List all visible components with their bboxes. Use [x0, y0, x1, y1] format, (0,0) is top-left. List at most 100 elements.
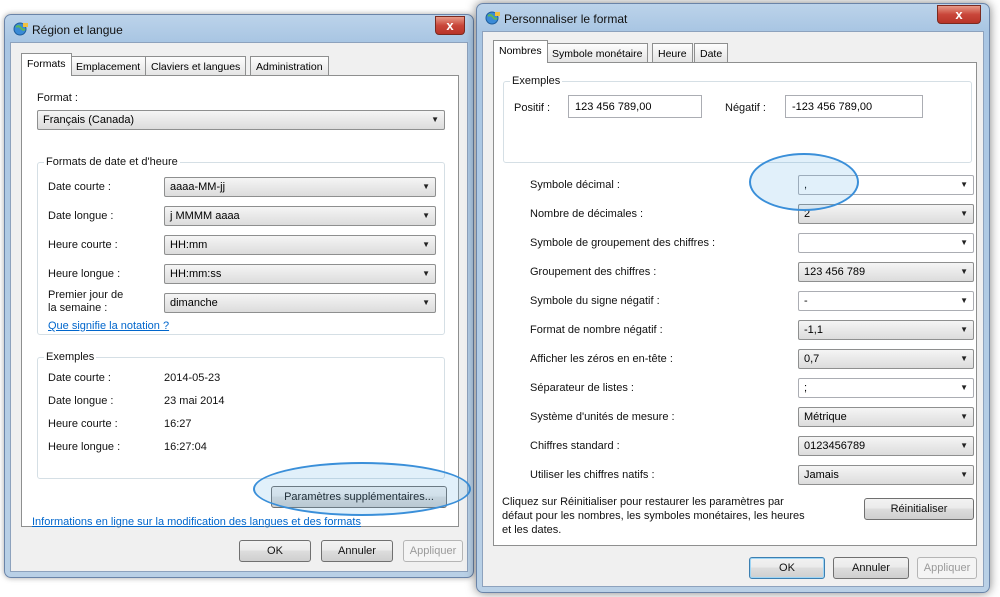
setting-label: Afficher les zéros en en-tête : [530, 353, 673, 365]
dropdown-arrow-icon: ▼ [960, 209, 968, 218]
highlight-ellipse-decimal-symbol [749, 153, 859, 211]
negative-format-select[interactable]: -1,1 ▼ [798, 320, 974, 340]
group-title: Formats de date et d'heure [44, 156, 180, 168]
negative-sign-select[interactable]: - ▼ [798, 291, 974, 311]
short-time-label: Heure courte : [48, 239, 118, 251]
close-button[interactable]: x [937, 5, 981, 24]
titlebar[interactable]: Région et langue x [5, 15, 473, 43]
example-value: 16:27:04 [164, 441, 207, 453]
notation-link[interactable]: Que signifie la notation ? [48, 320, 169, 332]
format-label: Format : [37, 92, 78, 104]
first-day-label: Premier jour de [48, 289, 124, 301]
tab-claviers[interactable]: Claviers et langues [145, 56, 247, 76]
digit-grouping-symbol-select[interactable]: ▼ [798, 233, 974, 253]
dropdown-arrow-icon: ▼ [960, 180, 968, 189]
dropdown-arrow-icon: ▼ [960, 325, 968, 334]
positive-example: 123 456 789,00 [568, 95, 702, 118]
setting-label: Système d'unités de mesure : [530, 411, 675, 423]
cancel-button[interactable]: Annuler [833, 557, 909, 579]
highlight-ellipse-more-settings [253, 462, 471, 516]
list-separator-select[interactable]: ; ▼ [798, 378, 974, 398]
apply-button[interactable]: Appliquer [917, 557, 977, 579]
examples-title: Exemples [44, 351, 97, 363]
setting-label: Symbole décimal : [530, 179, 620, 191]
tab-date[interactable]: Date [694, 43, 729, 63]
reset-button[interactable]: Réinitialiser [864, 498, 974, 520]
reset-note: Cliquez sur Réinitialiser pour restaurer… [502, 496, 805, 536]
short-date-select[interactable]: aaaa-MM-jj ▼ [164, 177, 436, 197]
leading-zero-select[interactable]: 0,7 ▼ [798, 349, 974, 369]
dropdown-arrow-icon: ▼ [960, 238, 968, 247]
window-title: Personnaliser le format [504, 12, 628, 26]
setting-label: Séparateur de listes : [530, 382, 634, 394]
info-link[interactable]: Informations en ligne sur la modificatio… [32, 516, 361, 528]
example-value: 16:27 [164, 418, 192, 430]
apply-button[interactable]: Appliquer [403, 540, 463, 562]
setting-label: Symbole du signe négatif : [530, 295, 660, 307]
negative-label: Négatif : [725, 102, 766, 114]
close-button[interactable]: x [435, 16, 465, 35]
dropdown-arrow-icon: ▼ [960, 470, 968, 479]
dropdown-arrow-icon: ▼ [422, 269, 430, 278]
negative-example: -123 456 789,00 [785, 95, 923, 118]
cancel-button[interactable]: Annuler [321, 540, 393, 562]
setting-label: Symbole de groupement des chiffres : [530, 237, 716, 249]
examples-title: Exemples [510, 75, 563, 87]
long-time-label: Heure longue : [48, 268, 121, 280]
numbers-panel: Exemples Positif : 123 456 789,00 Négati… [493, 62, 977, 546]
tab-nombres[interactable]: Nombres [493, 40, 548, 63]
globe-icon [13, 22, 28, 36]
dropdown-arrow-icon: ▼ [431, 115, 439, 124]
measurement-system-select[interactable]: Métrique ▼ [798, 407, 974, 427]
tab-administration[interactable]: Administration [250, 56, 329, 76]
long-time-select[interactable]: HH:mm:ss ▼ [164, 264, 436, 284]
example-label: Date courte : [48, 372, 111, 384]
positive-label: Positif : [514, 102, 551, 114]
example-value: 2014-05-23 [164, 372, 221, 384]
long-date-label: Date longue : [48, 210, 114, 222]
short-time-select[interactable]: HH:mm ▼ [164, 235, 436, 255]
standard-digits-select[interactable]: 0123456789 ▼ [798, 436, 974, 456]
date-time-group: Formats de date et d'heure Date courte :… [37, 156, 445, 335]
dialog-client: Nombres Symbole monétaire Heure Date Exe… [482, 31, 984, 587]
titlebar[interactable]: Personnaliser le format x [477, 4, 989, 32]
tab-emplacement[interactable]: Emplacement [70, 56, 147, 76]
window-title: Région et langue [32, 23, 123, 37]
dropdown-arrow-icon: ▼ [422, 298, 430, 307]
long-date-select[interactable]: j MMMM aaaa ▼ [164, 206, 436, 226]
first-day-select[interactable]: dimanche ▼ [164, 293, 436, 313]
setting-label: Format de nombre négatif : [530, 324, 663, 336]
ok-button[interactable]: OK [239, 540, 311, 562]
dropdown-arrow-icon: ▼ [960, 383, 968, 392]
format-select[interactable]: Français (Canada) ▼ [37, 110, 445, 130]
example-label: Date longue : [48, 395, 114, 407]
formats-panel: Format : Français (Canada) ▼ Formats de d… [21, 75, 459, 528]
setting-label: Chiffres standard : [530, 440, 620, 452]
first-day-label-2: la semaine : [48, 302, 108, 314]
dropdown-arrow-icon: ▼ [422, 211, 430, 220]
dropdown-arrow-icon: ▼ [960, 412, 968, 421]
dropdown-arrow-icon: ▼ [960, 296, 968, 305]
example-label: Heure longue : [48, 441, 121, 453]
dropdown-arrow-icon: ▼ [960, 267, 968, 276]
globe-icon [485, 11, 500, 25]
examples-group: Exemples Date courte : 2014-05-23 Date l… [37, 351, 445, 479]
dropdown-arrow-icon: ▼ [960, 441, 968, 450]
dropdown-arrow-icon: ▼ [422, 240, 430, 249]
examples-group: Exemples Positif : 123 456 789,00 Négati… [503, 75, 972, 163]
customize-format-window: Personnaliser le format x Nombres Symbol… [476, 3, 990, 593]
dropdown-arrow-icon: ▼ [960, 354, 968, 363]
dropdown-arrow-icon: ▼ [422, 182, 430, 191]
digit-grouping-select[interactable]: 123 456 789 ▼ [798, 262, 974, 282]
setting-label: Nombre de décimales : [530, 208, 644, 220]
native-digits-select[interactable]: Jamais ▼ [798, 465, 974, 485]
setting-label: Groupement des chiffres : [530, 266, 657, 278]
ok-button[interactable]: OK [749, 557, 825, 579]
tab-formats[interactable]: Formats [21, 53, 72, 76]
tab-symbole-monetaire[interactable]: Symbole monétaire [546, 43, 649, 63]
tab-heure[interactable]: Heure [652, 43, 693, 63]
example-value: 23 mai 2014 [164, 395, 225, 407]
short-date-label: Date courte : [48, 181, 111, 193]
setting-label: Utiliser les chiffres natifs : [530, 469, 655, 481]
example-label: Heure courte : [48, 418, 118, 430]
